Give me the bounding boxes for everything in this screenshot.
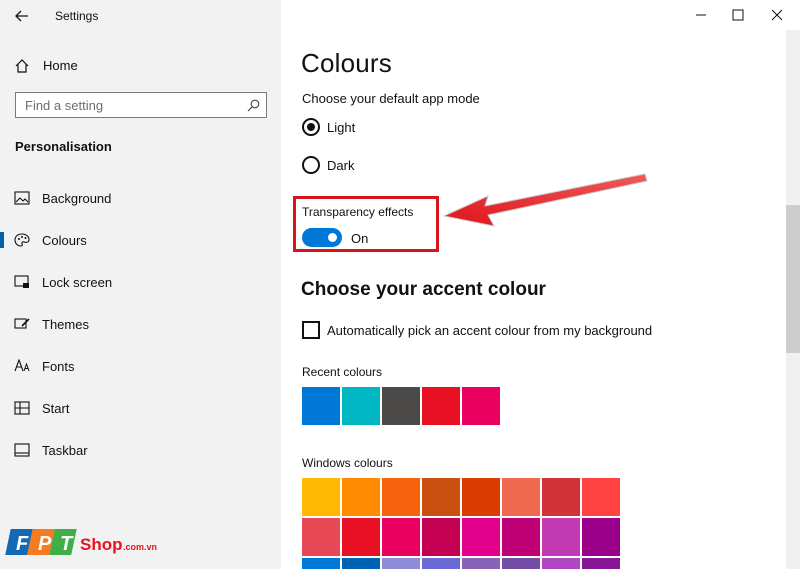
svg-text:F: F bbox=[16, 533, 29, 555]
windows-colour-swatch[interactable] bbox=[342, 518, 380, 556]
windows-colour-swatch[interactable] bbox=[422, 558, 460, 569]
windows-colour-swatch[interactable] bbox=[422, 518, 460, 556]
taskbar-icon bbox=[14, 443, 30, 457]
back-button[interactable] bbox=[10, 5, 34, 27]
windows-colour-swatch[interactable] bbox=[462, 518, 500, 556]
windows-colour-swatch[interactable] bbox=[302, 478, 340, 516]
fpt-shop-logo: F P T Shop .com.vn bbox=[5, 529, 157, 555]
windows-colours-label: Windows colours bbox=[302, 456, 393, 470]
maximize-icon bbox=[732, 9, 744, 21]
back-arrow-icon bbox=[15, 10, 28, 22]
brush-icon bbox=[14, 318, 30, 329]
home-label: Home bbox=[43, 58, 78, 73]
windows-colour-swatch[interactable] bbox=[342, 558, 380, 569]
search-icon bbox=[247, 99, 260, 112]
highlight-box bbox=[293, 196, 439, 252]
windows-colour-swatch[interactable] bbox=[582, 558, 620, 569]
font-icon bbox=[14, 359, 30, 372]
sidebar-item-background[interactable]: Background bbox=[0, 180, 281, 216]
recent-colour-swatch[interactable] bbox=[302, 387, 340, 425]
sidebar-item-themes[interactable]: Themes bbox=[0, 306, 281, 342]
page-title: Colours bbox=[301, 48, 392, 78]
search-input[interactable]: Find a setting bbox=[15, 92, 267, 118]
app-title: Settings bbox=[55, 9, 99, 23]
app-mode-label: Choose your default app mode bbox=[302, 91, 480, 106]
recent-colour-swatch[interactable] bbox=[422, 387, 460, 425]
sidebar-item-fonts[interactable]: Fonts bbox=[0, 348, 281, 384]
lock-screen-icon bbox=[14, 275, 29, 288]
windows-colour-swatch[interactable] bbox=[302, 518, 340, 556]
windows-colour-swatch[interactable] bbox=[582, 518, 620, 556]
sidebar-item-label: Fonts bbox=[42, 359, 75, 374]
sidebar-item-label: Start bbox=[42, 401, 70, 416]
sidebar-item-taskbar[interactable]: Taskbar bbox=[0, 432, 281, 468]
sidebar-item-label: Colours bbox=[42, 233, 87, 248]
sidebar-item-lock-screen[interactable]: Lock screen bbox=[0, 264, 281, 300]
windows-colour-swatch[interactable] bbox=[382, 558, 420, 569]
windows-colour-swatch[interactable] bbox=[542, 518, 580, 556]
callout-arrow-icon bbox=[442, 173, 648, 227]
recent-colours-label: Recent colours bbox=[302, 365, 383, 379]
close-icon bbox=[771, 9, 783, 21]
windows-colour-swatch[interactable] bbox=[382, 518, 420, 556]
windows-colour-swatch[interactable] bbox=[542, 558, 580, 569]
windows-colour-swatch[interactable] bbox=[342, 478, 380, 516]
auto-accent-checkbox[interactable] bbox=[302, 321, 320, 339]
home-nav-item[interactable]: Home bbox=[0, 50, 281, 80]
start-grid-icon bbox=[14, 401, 30, 415]
svg-text:P: P bbox=[38, 533, 52, 555]
windows-colour-swatch[interactable] bbox=[462, 478, 500, 516]
minimize-icon bbox=[696, 14, 706, 16]
recent-colour-swatch[interactable] bbox=[382, 387, 420, 425]
dark-mode-radio[interactable] bbox=[302, 156, 320, 174]
windows-colour-swatch[interactable] bbox=[422, 478, 460, 516]
sidebar-item-start[interactable]: Start bbox=[0, 390, 281, 426]
light-mode-label[interactable]: Light bbox=[327, 120, 355, 135]
sidebar-item-label: Themes bbox=[42, 317, 89, 332]
search-placeholder: Find a setting bbox=[25, 98, 104, 113]
windows-colour-swatch[interactable] bbox=[502, 558, 540, 569]
sidebar-item-label: Background bbox=[42, 191, 112, 206]
windows-colour-swatch[interactable] bbox=[542, 478, 580, 516]
svg-text:T: T bbox=[60, 533, 74, 555]
windows-colour-swatch[interactable] bbox=[462, 558, 500, 569]
scrollbar-thumb[interactable] bbox=[786, 205, 800, 353]
home-icon bbox=[15, 59, 29, 73]
windows-colour-swatch[interactable] bbox=[382, 478, 420, 516]
accent-heading: Choose your accent colour bbox=[301, 279, 546, 300]
light-mode-radio[interactable] bbox=[302, 118, 320, 136]
navigation-pane: Settings Home Find a setting Personalisa… bbox=[0, 0, 281, 569]
sidebar-item-label: Lock screen bbox=[42, 275, 113, 290]
palette-icon bbox=[14, 233, 30, 247]
svg-text:.com.vn: .com.vn bbox=[123, 542, 157, 552]
windows-colour-swatch[interactable] bbox=[502, 518, 540, 556]
windows-colour-swatch[interactable] bbox=[502, 478, 540, 516]
windows-colour-swatch[interactable] bbox=[302, 558, 340, 569]
recent-colour-swatch[interactable] bbox=[342, 387, 380, 425]
recent-colour-swatch[interactable] bbox=[462, 387, 500, 425]
svg-text:Shop: Shop bbox=[80, 535, 123, 554]
sidebar-item-colours[interactable]: Colours bbox=[0, 222, 281, 258]
close-button[interactable] bbox=[754, 0, 800, 30]
dark-mode-label[interactable]: Dark bbox=[327, 158, 354, 173]
sidebar-item-label: Taskbar bbox=[42, 443, 88, 458]
title-bar: Settings bbox=[0, 0, 281, 32]
auto-accent-label[interactable]: Automatically pick an accent colour from… bbox=[327, 323, 652, 338]
section-title: Personalisation bbox=[15, 139, 112, 154]
picture-icon bbox=[14, 191, 30, 205]
windows-colour-swatch[interactable] bbox=[582, 478, 620, 516]
